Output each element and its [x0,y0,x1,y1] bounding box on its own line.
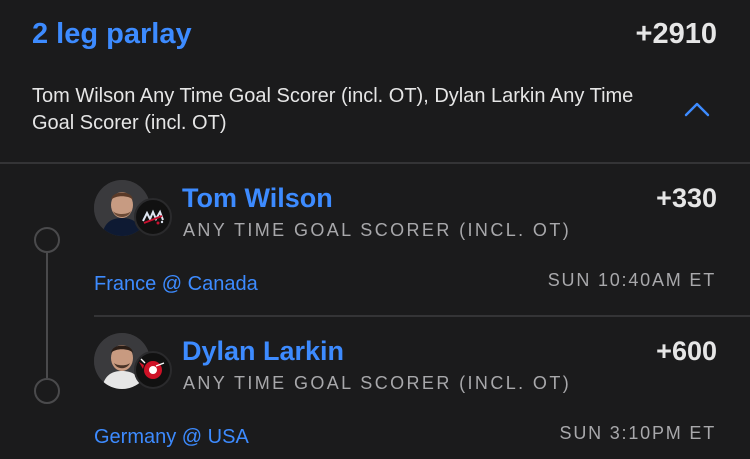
parlay-description: Tom Wilson Any Time Goal Scorer (incl. O… [32,85,634,134]
leg-divider [94,315,750,317]
parlay-header[interactable]: 2 leg parlay +2910 Tom Wilson Any Time G… [0,0,750,163]
game-time: SUN 3:10PM ET [559,423,716,443]
market-label: ANY TIME GOAL SCORER (INCL. OT) [183,373,572,393]
player-name: Tom Wilson [182,183,333,213]
leg-odds: +330 [656,183,717,213]
player-name: Dylan Larkin [182,336,345,366]
leg-odds: +600 [656,336,717,366]
game-time: SUN 10:40AM ET [547,270,716,290]
collapse-button[interactable] [680,96,714,122]
match-link[interactable]: Germany @ USA [94,426,249,449]
market-label: ANY TIME GOAL SCORER (INCL. OT) [183,220,572,240]
capitals-logo-icon [134,198,172,236]
leg-timeline [46,253,48,378]
header-divider [0,162,750,164]
chevron-up-icon [684,102,710,117]
timeline-node-2 [34,378,60,404]
timeline-node-1 [34,227,60,253]
red-wings-logo-icon [134,351,172,389]
parlay-odds: +2910 [635,18,717,50]
match-link[interactable]: France @ Canada [94,273,258,296]
parlay-title: 2 leg parlay [32,18,192,50]
